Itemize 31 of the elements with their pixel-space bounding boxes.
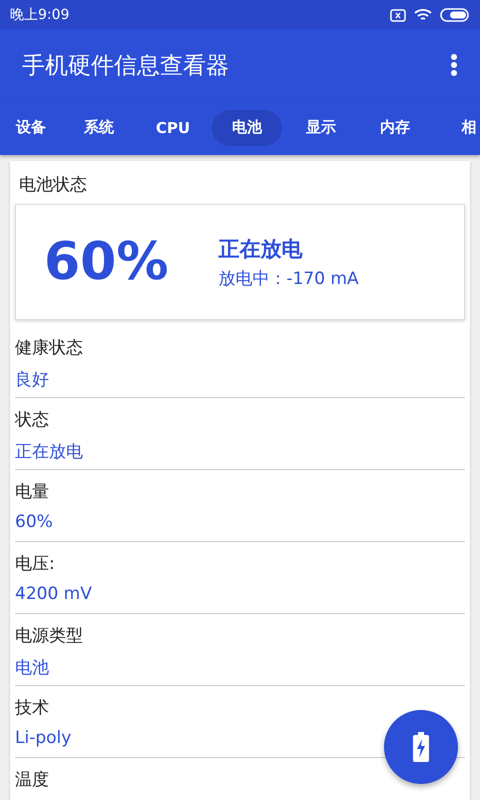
info-label: 温度 <box>15 769 49 791</box>
tab[interactable]: 显示 <box>286 110 356 146</box>
info-label: 电压: <box>15 553 55 575</box>
tab[interactable]: 相 <box>434 110 480 146</box>
tab[interactable]: 电池 <box>212 110 282 146</box>
sim-icon <box>390 8 406 22</box>
info-value: Li-poly <box>15 728 72 748</box>
wifi-icon <box>414 8 432 22</box>
info-value: 60% <box>15 512 53 532</box>
info-value: 正在放电 <box>15 441 83 463</box>
battery-icon <box>440 8 470 22</box>
tab[interactable]: 内存 <box>360 110 430 146</box>
info-value: 4200 mV <box>15 584 92 604</box>
info-value: 电池 <box>15 657 49 679</box>
app-title: 手机硬件信息查看器 <box>22 52 229 80</box>
info-label: 技术 <box>15 697 49 719</box>
section-title: 电池状态 <box>18 174 88 197</box>
info-label: 电量 <box>15 481 49 503</box>
info-label: 状态 <box>15 409 49 431</box>
info-label: 电源类型 <box>15 625 83 647</box>
battery-percent: 60% <box>44 232 168 292</box>
info-label: 健康状态 <box>15 337 83 359</box>
info-value: 良好 <box>15 369 49 391</box>
more-icon[interactable] <box>450 53 458 77</box>
battery-charging-icon <box>411 731 431 763</box>
status-time: 晚上9:09 <box>10 6 70 24</box>
charging-status: 正在放电 <box>218 236 304 262</box>
tab[interactable]: CPU <box>138 110 208 146</box>
tab[interactable]: 设备 <box>2 110 60 146</box>
tab[interactable]: 系统 <box>64 110 134 146</box>
current-reading: 放电中：-170 mA <box>218 268 359 290</box>
